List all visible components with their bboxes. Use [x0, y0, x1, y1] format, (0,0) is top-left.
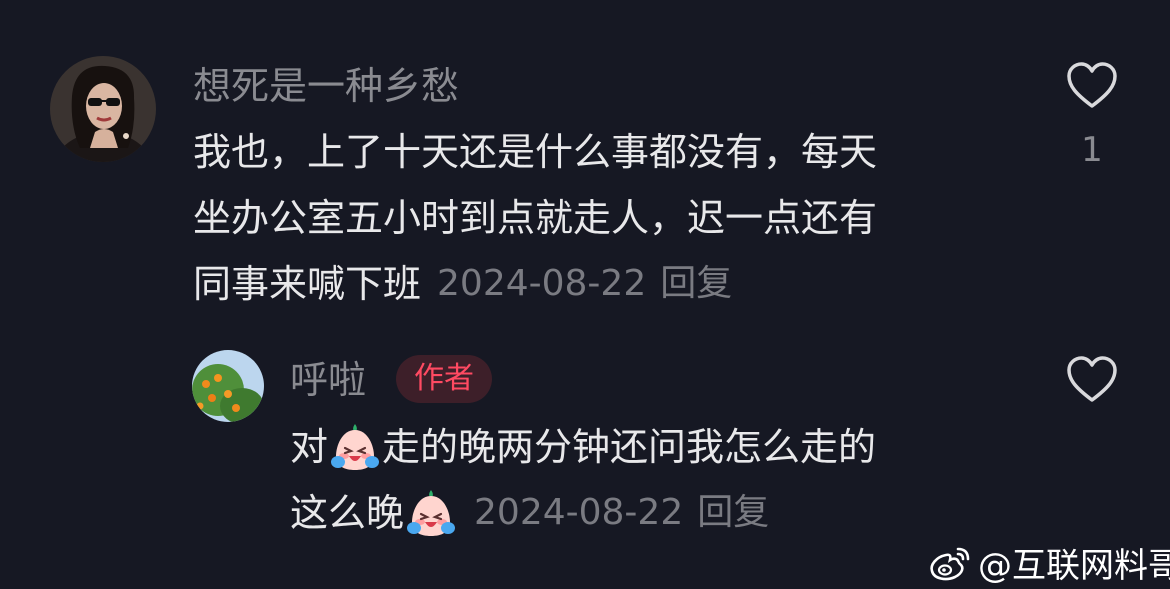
heart-outline-icon	[1067, 62, 1117, 108]
comment-reply-button[interactable]: 回复	[660, 262, 732, 306]
author-badge: 作者	[396, 355, 492, 403]
reply-text-line-1: 对 走的晚两分钟还问我怎么走的	[290, 422, 876, 472]
reply-text-line-2: 这么晚 2024-08-22 回复	[290, 488, 769, 538]
watermark-text: @互联网料哥	[978, 546, 1170, 586]
comment-text-line-3: 同事来喊下班	[193, 262, 422, 306]
heart-outline-icon	[1067, 356, 1117, 402]
comment-text-line-2: 坐办公室五小时到点就走人，迟一点还有	[193, 196, 878, 240]
commenter-avatar[interactable]	[50, 56, 156, 162]
reply-text-line-1-b: 走的晚两分钟还问我怎么走的	[382, 425, 877, 469]
crying-laughing-emoji	[407, 490, 456, 536]
comment-like-count: 1	[1081, 130, 1103, 170]
comment-text-line-3-row: 同事来喊下班 2024-08-22 回复	[193, 262, 732, 306]
reply-reply-button[interactable]: 回复	[697, 491, 769, 535]
weibo-logo-icon	[930, 547, 970, 580]
reply-date: 2024-08-22	[474, 492, 684, 533]
crying-laughing-emoji	[331, 424, 380, 470]
reply-text-line-1-a: 对	[290, 425, 329, 469]
comment-like-button[interactable]	[1066, 62, 1118, 110]
reply-avatar[interactable]	[192, 350, 264, 422]
watermark: @互联网料哥	[928, 538, 1170, 587]
commenter-username[interactable]: 想死是一种乡愁	[193, 64, 459, 108]
reply-username[interactable]: 呼啦	[290, 358, 366, 402]
reply-text-line-2-a: 这么晚	[290, 491, 405, 535]
comment-text-line-1: 我也，上了十天还是什么事都没有，每天	[193, 130, 878, 174]
reply-like-button[interactable]	[1066, 356, 1118, 404]
comment-date: 2024-08-22	[437, 263, 647, 304]
